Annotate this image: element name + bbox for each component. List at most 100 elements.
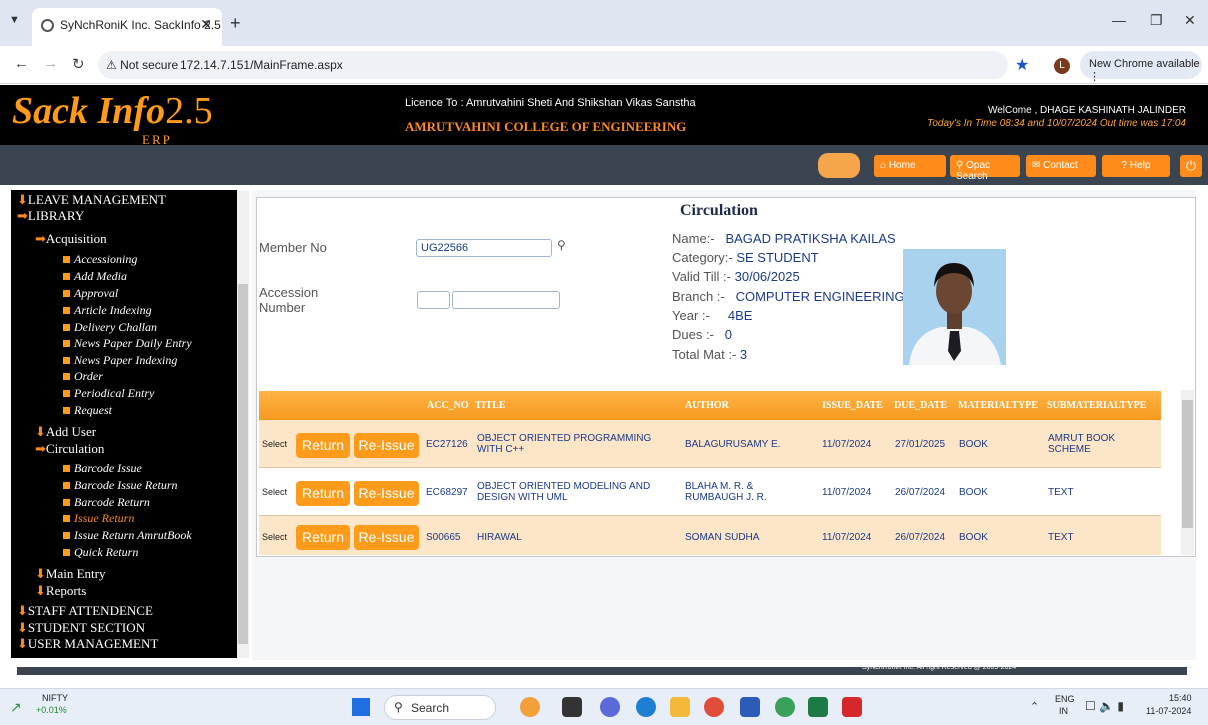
bookmark-star-icon[interactable]: ★	[1015, 55, 1029, 75]
clock-date[interactable]: 11-07-2024	[1146, 706, 1191, 716]
address-bar[interactable]: ⚠ Not secure 172.14.7.151/MainFrame.aspx	[98, 51, 1008, 79]
sidebar-item-barcode-return[interactable]: Barcode Return	[63, 495, 150, 510]
browser-tab[interactable]: SyNchRoniK Inc. SackInfo 2.5 ✕	[32, 8, 222, 46]
sidebar-item-article-indexing[interactable]: Article Indexing	[63, 303, 152, 318]
sidebar-item-request[interactable]: Request	[63, 403, 112, 418]
close-window-icon[interactable]: ✕	[1184, 12, 1196, 29]
network-sound-battery-icons[interactable]: ☐ 🔈 ▮	[1085, 699, 1124, 713]
stock-name[interactable]: NIFTY	[42, 693, 68, 703]
select-link[interactable]: Select	[262, 532, 287, 542]
select-link[interactable]: Select	[262, 487, 287, 497]
restore-icon[interactable]: ❐	[1150, 12, 1163, 29]
sidebar-item-add-user[interactable]: ⬇Add User	[35, 424, 96, 440]
url-text[interactable]: 172.14.7.151/MainFrame.aspx	[180, 58, 343, 72]
sidebar-item-delivery-challan[interactable]: Delivery Challan	[63, 320, 157, 335]
return-button[interactable]: Return	[296, 525, 350, 550]
reissue-button[interactable]: Re-Issue	[354, 481, 419, 506]
home-button[interactable]: ⌂ Home	[874, 155, 946, 177]
sidebar-item-periodical-entry[interactable]: Periodical Entry	[63, 386, 154, 401]
cell-materialtype: BOOK	[959, 487, 988, 498]
time-info: Today's In Time 08:34 and 10/07/2024 Out…	[927, 118, 1186, 129]
sidebar-item-leave-management[interactable]: ⬇LEAVE MANAGEMENT	[17, 192, 166, 208]
task-view-icon[interactable]	[562, 697, 582, 717]
reload-icon[interactable]: ↻	[72, 55, 85, 73]
chrome-profile-icon[interactable]	[775, 697, 795, 717]
sidebar-scroll-thumb[interactable]	[238, 284, 248, 644]
sidebar-item-barcode-issue[interactable]: Barcode Issue	[63, 461, 142, 476]
select-link[interactable]: Select	[262, 439, 287, 449]
cell-due-date: 27/01/2025	[895, 439, 946, 450]
help-button[interactable]: ? Help	[1102, 155, 1170, 177]
file-explorer-icon[interactable]	[670, 697, 690, 717]
chrome-icon[interactable]	[704, 697, 724, 717]
return-button[interactable]: Return	[296, 481, 350, 506]
sidebar-item-accessioning[interactable]: Accessioning	[63, 252, 137, 267]
power-icon[interactable]: ⏻	[1180, 155, 1202, 177]
tray-chevron-icon[interactable]: ⌃	[1030, 700, 1039, 713]
forward-icon[interactable]: →	[43, 55, 58, 72]
contact-button[interactable]: ✉ Contact	[1026, 155, 1096, 177]
acrobat-icon[interactable]	[842, 697, 862, 717]
table-scroll-thumb[interactable]	[1182, 400, 1193, 528]
cell-materialtype: BOOK	[959, 532, 988, 543]
page-title: Circulation	[680, 202, 758, 219]
windows-taskbar: ↗ NIFTY +0.01% ⚲ Search ⌃ ENG IN ☐ 🔈 ▮ 15…	[0, 688, 1208, 725]
minimize-icon[interactable]: —	[1112, 12, 1126, 28]
taskbar-search[interactable]: ⚲ Search	[384, 695, 496, 720]
sidebar-item-issue-return[interactable]: Issue Return	[63, 511, 134, 526]
member-no-input[interactable]: UG22566	[416, 239, 552, 257]
back-icon[interactable]: ←	[14, 55, 29, 72]
return-button[interactable]: Return	[296, 433, 350, 458]
tab-search-icon[interactable]: ▼	[9, 14, 20, 26]
sidebar-item-main-entry[interactable]: ⬇Main Entry	[35, 566, 105, 582]
close-tab-icon[interactable]: ✕	[200, 16, 212, 33]
member-total-mat: Total Mat :- 3	[672, 347, 748, 362]
sidebar-item-news-paper-daily-entry[interactable]: News Paper Daily Entry	[63, 336, 192, 351]
language-indicator[interactable]: ENG	[1055, 694, 1075, 704]
sidebar-item-approval[interactable]: Approval	[63, 286, 118, 301]
chrome-update-button[interactable]: New Chrome available ⋮	[1080, 51, 1202, 83]
sidebar-item-user-management[interactable]: ⬇USER MANAGEMENT	[17, 636, 158, 652]
sidebar-item-add-media[interactable]: Add Media	[63, 269, 127, 284]
col-title: TITLE	[475, 400, 506, 411]
member-dues: Dues :- 0	[672, 327, 732, 342]
sidebar-item-news-paper-indexing[interactable]: News Paper Indexing	[63, 353, 177, 368]
sidebar-item-staff-attendence[interactable]: ⬇STAFF ATTENDENCE	[17, 603, 153, 619]
sidebar-item-circulation[interactable]: ➡Circulation	[35, 441, 104, 457]
col-acc-no: ACC_NO	[427, 400, 469, 411]
college-name: AMRUTVAHINI COLLEGE OF ENGINEERING	[405, 119, 687, 134]
member-search-icon[interactable]: ⚲	[557, 238, 566, 252]
sidebar-item-quick-return[interactable]: Quick Return	[63, 545, 138, 560]
opac-search-button[interactable]: ⚲ Opac Search	[950, 155, 1020, 182]
sidebar-item-student-section[interactable]: ⬇STUDENT SECTION	[17, 620, 145, 636]
copilot-icon[interactable]	[520, 697, 540, 717]
welcome-text: WelCome , DHAGE KASHINATH JALINDER	[987, 105, 1186, 116]
opac-logo-icon[interactable]	[818, 153, 860, 178]
reissue-button[interactable]: Re-Issue	[354, 433, 419, 458]
sidebar-item-barcode-issue-return[interactable]: Barcode Issue Return	[63, 478, 178, 493]
col-author: AUTHOR	[685, 400, 729, 411]
cell-issue-date: 11/07/2024	[822, 532, 872, 543]
sidebar-item-order[interactable]: Order	[63, 369, 103, 384]
new-tab-button[interactable]: +	[230, 13, 241, 34]
teams-icon[interactable]	[600, 697, 620, 717]
stock-trend-icon: ↗	[10, 699, 22, 715]
clock-time[interactable]: 15:40	[1169, 693, 1192, 703]
word-icon[interactable]	[740, 697, 760, 717]
sidebar-item-issue-return-amrutbook[interactable]: Issue Return AmrutBook	[63, 528, 192, 543]
stock-change: +0.01%	[36, 705, 67, 715]
excel-icon[interactable]	[808, 697, 828, 717]
cell-issue-date: 11/07/2024	[822, 439, 872, 450]
windows-start-icon[interactable]	[352, 698, 370, 716]
accession-number-input[interactable]	[452, 291, 560, 309]
sidebar-item-library[interactable]: ➡LIBRARY	[17, 208, 84, 224]
accession-prefix-input[interactable]	[417, 291, 450, 309]
profile-avatar[interactable]: L	[1054, 58, 1070, 74]
sidebar-item-reports[interactable]: ⬇Reports	[35, 583, 86, 599]
member-category: Category:- SE STUDENT	[672, 250, 819, 265]
sidebar-item-acquisition[interactable]: ➡Acquisition	[35, 231, 107, 247]
not-secure-label[interactable]: ⚠ Not secure	[106, 58, 178, 72]
edge-icon[interactable]	[636, 697, 656, 717]
reissue-button[interactable]: Re-Issue	[354, 525, 419, 550]
tab-title: SyNchRoniK Inc. SackInfo 2.5	[60, 18, 221, 32]
